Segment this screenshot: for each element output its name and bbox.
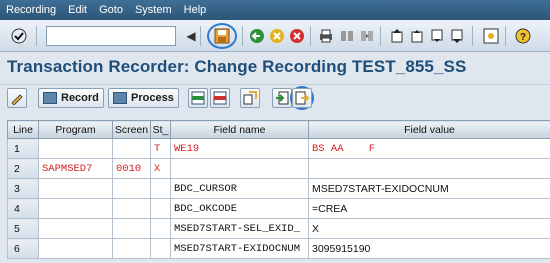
- column-header-line[interactable]: Line: [7, 120, 39, 139]
- page-title: Transaction Recorder: Change Recording T…: [7, 57, 467, 76]
- field-value-cell[interactable]: BS AA F: [308, 138, 550, 159]
- screen-cell[interactable]: [112, 138, 151, 159]
- menu-edit[interactable]: Edit: [68, 4, 87, 16]
- import-icon[interactable]: [272, 88, 292, 108]
- screen-cell[interactable]: 0010: [112, 158, 151, 179]
- table-row[interactable]: 2 SAPMSED7 0010 X: [7, 158, 550, 179]
- program-cell[interactable]: [38, 218, 113, 239]
- field-name-cell[interactable]: MSED7START-SEL_EXID_: [170, 218, 309, 239]
- cancel-icon[interactable]: [288, 27, 306, 45]
- field-value-cell[interactable]: X: [308, 218, 550, 239]
- field-value-cell[interactable]: [308, 158, 550, 179]
- line-number: 1: [7, 138, 39, 159]
- delete-line-icon[interactable]: [210, 88, 230, 108]
- copy-icon[interactable]: [240, 88, 260, 108]
- screen-cell[interactable]: [112, 178, 151, 199]
- screen-cell[interactable]: [112, 218, 151, 239]
- table-row[interactable]: 1 T WE19 BS AA F: [7, 138, 550, 159]
- screen-cell[interactable]: [112, 198, 151, 219]
- program-cell[interactable]: [38, 198, 113, 219]
- menu-system[interactable]: System: [135, 4, 172, 16]
- recording-table: Line Program Screen St_ Field name Field…: [7, 120, 550, 263]
- status-cell[interactable]: X: [150, 158, 171, 179]
- field-value-cell[interactable]: MSED7START-EXIDOCNUM: [308, 178, 550, 199]
- field-name-cell[interactable]: WE19: [170, 138, 309, 159]
- table-row[interactable]: 6 MSED7START-EXIDOCNUM 3095915190: [7, 238, 550, 259]
- record-icon: [43, 92, 57, 104]
- record-button-label: Record: [61, 92, 99, 104]
- program-cell[interactable]: [38, 238, 113, 259]
- menu-bar: Recording Edit Goto System Help: [0, 0, 550, 20]
- edit-pencil-icon[interactable]: [7, 88, 27, 108]
- status-cell[interactable]: [150, 178, 171, 199]
- command-field[interactable]: [46, 26, 176, 46]
- help-icon[interactable]: ?: [514, 27, 532, 45]
- export-icon[interactable]: [292, 88, 312, 108]
- field-name-cell[interactable]: [170, 158, 309, 179]
- program-cell[interactable]: [38, 178, 113, 199]
- table-row[interactable]: 5 MSED7START-SEL_EXID_ X: [7, 218, 550, 239]
- line-number: 3: [7, 178, 39, 199]
- program-cell[interactable]: SAPMSED7: [38, 158, 113, 179]
- title-bar: Transaction Recorder: Change Recording T…: [0, 52, 550, 82]
- application-toolbar: Record Process: [0, 84, 550, 110]
- standard-toolbar: ◀ ?: [0, 20, 550, 52]
- status-cell[interactable]: T: [150, 138, 171, 159]
- column-header-program[interactable]: Program: [38, 120, 113, 139]
- program-cell[interactable]: [38, 138, 113, 159]
- table-header-row: Line Program Screen St_ Field name Field…: [7, 120, 550, 139]
- status-cell[interactable]: [150, 198, 171, 219]
- next-page-icon[interactable]: [428, 27, 446, 45]
- column-header-field-name[interactable]: Field name: [170, 120, 309, 139]
- field-name-cell[interactable]: BDC_CURSOR: [170, 178, 309, 199]
- record-button[interactable]: Record: [38, 88, 104, 108]
- menu-goto[interactable]: Goto: [99, 4, 123, 16]
- save-icon[interactable]: [213, 27, 231, 45]
- column-header-screen[interactable]: Screen: [112, 120, 151, 139]
- column-header-field-value[interactable]: Field value: [308, 120, 550, 139]
- previous-page-icon[interactable]: [408, 27, 426, 45]
- table-row[interactable]: 3 BDC_CURSOR MSED7START-EXIDOCNUM: [7, 178, 550, 199]
- menu-recording[interactable]: Recording: [6, 4, 56, 16]
- screen-cell[interactable]: [112, 238, 151, 259]
- find-icon[interactable]: [338, 27, 356, 45]
- line-number: 5: [7, 218, 39, 239]
- last-page-icon[interactable]: [448, 27, 466, 45]
- process-button-label: Process: [131, 92, 174, 104]
- enter-check-icon[interactable]: [10, 27, 28, 45]
- first-page-icon[interactable]: [388, 27, 406, 45]
- insert-line-icon[interactable]: [188, 88, 208, 108]
- exit-icon[interactable]: [268, 27, 286, 45]
- process-icon: [113, 92, 127, 104]
- field-value-cell[interactable]: 3095915190: [308, 238, 550, 259]
- field-value-cell[interactable]: =CREA: [308, 198, 550, 219]
- field-name-cell[interactable]: MSED7START-EXIDOCNUM: [170, 238, 309, 259]
- menu-help[interactable]: Help: [184, 4, 207, 16]
- find-next-icon[interactable]: [358, 27, 376, 45]
- line-number: 6: [7, 238, 39, 259]
- svg-text:?: ?: [520, 32, 526, 43]
- layout-icon[interactable]: [482, 27, 500, 45]
- back-icon[interactable]: [248, 27, 266, 45]
- field-name-cell[interactable]: BDC_OKCODE: [170, 198, 309, 219]
- table-row[interactable]: 4 BDC_OKCODE =CREA: [7, 198, 550, 219]
- status-cell[interactable]: [150, 218, 171, 239]
- collapse-arrow-icon[interactable]: ◀: [182, 27, 200, 45]
- status-cell[interactable]: [150, 238, 171, 259]
- print-icon[interactable]: [317, 27, 335, 45]
- column-header-status[interactable]: St_: [150, 120, 171, 139]
- process-button[interactable]: Process: [108, 88, 179, 108]
- line-number: 4: [7, 198, 39, 219]
- line-number: 2: [7, 158, 39, 179]
